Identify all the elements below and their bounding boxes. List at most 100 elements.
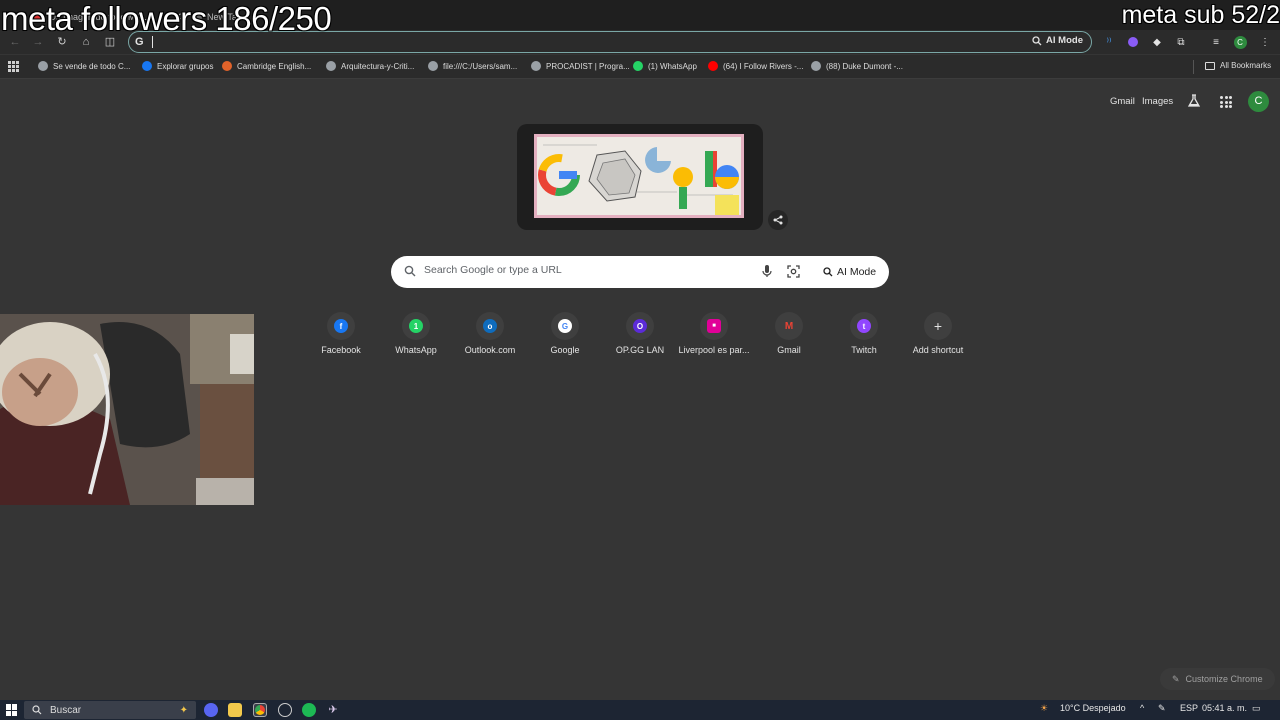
menu-icon[interactable]: ⋮	[1258, 35, 1272, 49]
shortcut-icon-circle: f	[327, 312, 355, 340]
shortcut-tile[interactable]: O OP.GG LAN	[602, 312, 678, 372]
windows-start-icon[interactable]	[6, 704, 18, 716]
shortcut-tile[interactable]: f Facebook	[303, 312, 379, 372]
customize-chrome-button[interactable]: ✎ Customize Chrome	[1160, 668, 1275, 690]
clock-icon[interactable]	[278, 703, 292, 717]
shortcut-icon-circle: 1	[402, 312, 430, 340]
bookmark-item[interactable]: Se vende de todo C...	[38, 61, 130, 71]
search-sparkle-icon	[823, 267, 833, 277]
microphone-icon[interactable]	[762, 264, 772, 278]
media-control-icon[interactable]: ≡	[1209, 35, 1223, 49]
youtube-icon	[708, 61, 718, 71]
chevron-up-icon[interactable]: ^	[1140, 703, 1144, 713]
bookmark-label: (1) WhatsApp	[648, 61, 697, 71]
shortcut-tile[interactable]: + Add shortcut	[900, 312, 976, 372]
bookmark-item[interactable]: (1) WhatsApp	[633, 61, 697, 71]
extension-icon[interactable]: ⁾⁾	[1102, 35, 1116, 49]
weather-icon: ☀	[1040, 703, 1049, 713]
bookmark-item[interactable]: Cambridge English...	[222, 61, 311, 71]
shortcut-tile[interactable]: M Gmail	[751, 312, 827, 372]
pencil-icon: ✎	[1172, 673, 1180, 684]
labs-flask-icon[interactable]	[1187, 94, 1201, 108]
stream-overlay-followers: meta followers 186/250	[1, 0, 332, 37]
clock-time[interactable]: 05:41 a. m.	[1202, 703, 1247, 713]
ai-mode-label: AI Mode	[1046, 35, 1083, 46]
shortcut-label: Facebook	[321, 345, 361, 355]
shortcut-icon-circle: o	[476, 312, 504, 340]
gmail-icon: M	[784, 320, 794, 332]
liverpool-icon: ■	[707, 319, 721, 333]
bookmark-item[interactable]: PROCADIST | Progra...	[531, 61, 630, 71]
ai-mode-button[interactable]: AI Mode	[1032, 35, 1083, 46]
twitch-icon: t	[857, 319, 871, 333]
share-doodle-button[interactable]	[768, 210, 788, 230]
ai-mode-label: AI Mode	[837, 266, 877, 278]
stream-overlay-subs: meta sub 52/2	[1121, 1, 1280, 29]
shortcut-label: Twitch	[851, 345, 877, 355]
all-bookmarks-label: All Bookmarks	[1220, 61, 1272, 70]
search-icon	[404, 265, 416, 277]
divider	[1193, 60, 1194, 74]
folder-icon	[1205, 61, 1215, 70]
bookmark-item[interactable]: file:///C:/Users/sam...	[428, 61, 517, 71]
shortcut-label: Gmail	[777, 345, 801, 355]
search-input[interactable]	[424, 264, 754, 276]
bookmark-label: Explorar grupos	[157, 61, 214, 71]
whatsapp-icon: 1	[409, 319, 423, 333]
language-indicator[interactable]: ESP	[1180, 703, 1198, 713]
steam-icon[interactable]: ✈	[326, 703, 340, 717]
shortcut-tile[interactable]: G Google	[527, 312, 603, 372]
ai-mode-search-button[interactable]: AI Mode	[815, 260, 884, 284]
all-bookmarks-button[interactable]: All Bookmarks	[1205, 61, 1271, 70]
gmail-link[interactable]: Gmail	[1110, 96, 1135, 107]
sparkle-icon: ✦	[179, 704, 188, 716]
diamond-icon[interactable]: ◆	[1150, 35, 1164, 49]
google-icon: G	[558, 319, 572, 333]
shortcut-label: Google	[550, 345, 580, 355]
share-icon	[773, 215, 783, 225]
bookmark-label: PROCADIST | Progra...	[546, 61, 630, 71]
globe-icon	[38, 61, 48, 71]
bookmark-label: Arquitectura-y-Criti...	[341, 61, 415, 71]
profile-avatar[interactable]: C	[1233, 35, 1247, 49]
shortcut-tile[interactable]: o Outlook.com	[452, 312, 528, 372]
puzzle-icon[interactable]: ⧉	[1174, 35, 1188, 49]
google-lens-icon[interactable]	[787, 265, 800, 278]
taskbar-search[interactable]: Buscar ✦	[24, 701, 196, 719]
bookmark-item[interactable]: (88) Duke Dumont -...	[811, 61, 903, 71]
bookmark-label: (88) Duke Dumont -...	[826, 61, 903, 71]
customize-label: Customize Chrome	[1185, 674, 1263, 684]
file-explorer-icon[interactable]	[228, 703, 242, 717]
bookmark-label: Se vende de todo C...	[53, 61, 131, 71]
shortcut-tile[interactable]: ■ Liverpool es par...	[676, 312, 752, 372]
google-apps-icon[interactable]	[1220, 96, 1232, 108]
facebook-icon	[142, 61, 152, 71]
shortcut-icon-circle: O	[626, 312, 654, 340]
discord-icon[interactable]	[204, 703, 218, 717]
globe-icon	[428, 61, 438, 71]
bookmark-item[interactable]: Arquitectura-y-Criti...	[326, 61, 414, 71]
google-doodle[interactable]	[517, 124, 763, 230]
shortcut-label: Outlook.com	[464, 345, 516, 355]
windows-taskbar: Buscar ✦ ✈ ☀ 10°C Despejado ^ ✎ ESP 05:4…	[0, 700, 1280, 720]
weather-text[interactable]: 10°C Despejado	[1060, 703, 1126, 713]
shortcut-icon-circle: +	[924, 312, 952, 340]
outlook-icon: o	[483, 319, 497, 333]
chrome-icon[interactable]	[253, 703, 267, 717]
notification-icon[interactable]: ▭	[1252, 703, 1261, 714]
webcam-overlay	[0, 314, 254, 505]
account-avatar[interactable]: C	[1248, 91, 1269, 112]
bookmark-item[interactable]: (64) I Follow Rivers -...	[708, 61, 803, 71]
shortcut-tile[interactable]: 1 WhatsApp	[378, 312, 454, 372]
images-link[interactable]: Images	[1142, 96, 1173, 107]
shortcut-tile[interactable]: t Twitch	[826, 312, 902, 372]
spotify-icon[interactable]	[302, 703, 316, 717]
search-box[interactable]: AI Mode	[391, 256, 889, 288]
whatsapp-icon	[633, 61, 643, 71]
apps-icon[interactable]	[8, 61, 19, 72]
shield-icon[interactable]	[1126, 35, 1140, 49]
pen-icon[interactable]: ✎	[1158, 703, 1166, 714]
bookmark-label: file:///C:/Users/sam...	[443, 61, 518, 71]
bookmark-item[interactable]: Explorar grupos	[142, 61, 213, 71]
bookmark-label: Cambridge English...	[237, 61, 312, 71]
